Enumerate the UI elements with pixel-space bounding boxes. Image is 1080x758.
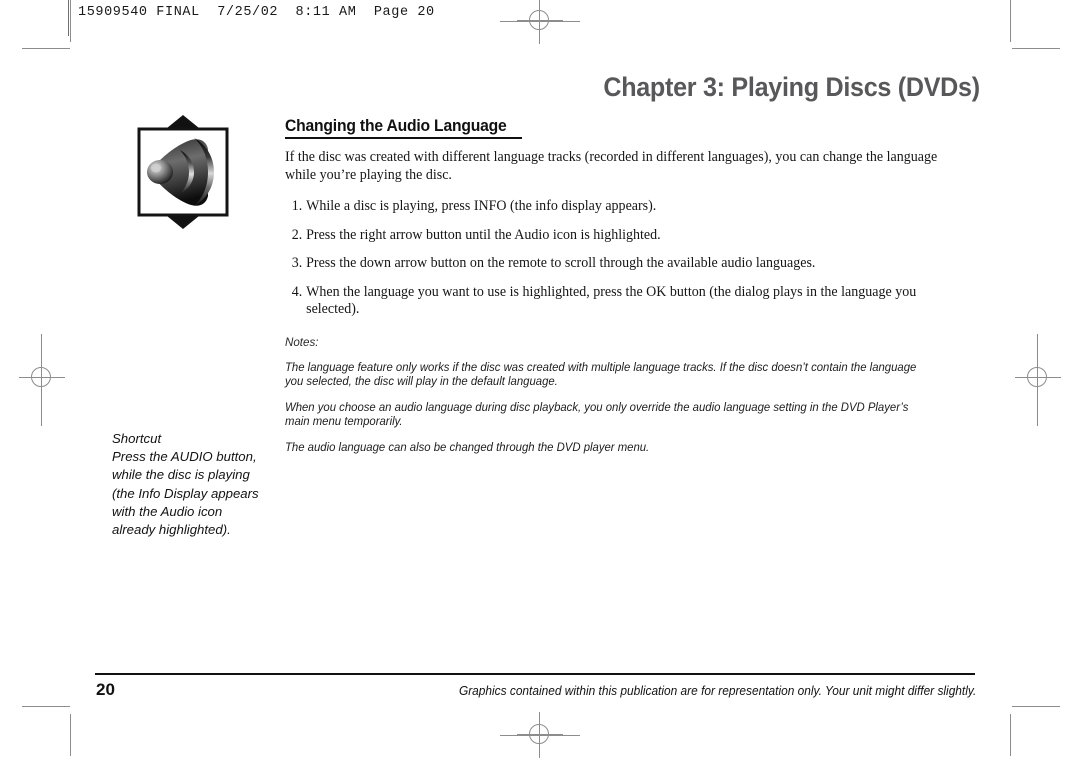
crop-mark-top-right-horizontal [1012,48,1060,49]
numbered-steps-list: 1. While a disc is playing, press INFO (… [285,198,975,319]
shortcut-title: Shortcut [112,431,162,446]
step-text: Press the down arrow button on the remot… [306,255,816,271]
registration-mark-left [19,355,65,401]
step-text: Press the right arrow button until the A… [306,226,661,243]
intro-paragraph: If the disc was created with different l… [285,149,938,183]
audio-icon-illustration [136,114,232,230]
step-number: 4. [291,283,303,300]
audio-speaker-icon [137,115,229,229]
step-number: 1. [291,198,303,214]
crop-mark-top-right-vertical [1010,0,1011,42]
note-item: The audio language can also be changed t… [285,439,650,454]
up-triangle-icon [167,115,199,128]
shortcut-sidenote: Shortcut Press the AUDIO button, while t… [112,430,272,539]
registration-mark-bottom [517,712,563,758]
shortcut-line: (the Info Display appears [112,485,259,501]
page-title: Chapter 3: Playing Discs (DVDs) [603,72,981,102]
slug-divider-rule [68,0,69,36]
step-number: 3. [291,255,303,271]
down-triangle-icon [167,216,199,229]
manual-page: 15909540 FINAL 7/25/02 8:11 AM Page 20 C… [0,0,1080,758]
step-number: 2. [291,226,303,243]
step-item: 2. Press the right arrow button until th… [285,227,947,245]
step-item: 4. When the language you want to use is … [285,284,947,319]
notes-label: Notes: [285,334,319,349]
crop-mark-bottom-right-vertical [1010,714,1011,756]
step-text: When the language you want to use is hig… [306,283,917,318]
registration-mark-right [1015,355,1061,401]
note-item: The language feature only works if the d… [285,359,917,389]
page-number: 20 [96,680,115,699]
footer-rule [95,673,975,676]
step-text: While a disc is playing, press INFO (the… [306,198,657,214]
section-heading-rule [285,137,522,139]
note-item: When you choose an audio language during… [285,399,909,429]
crop-mark-top-left-horizontal [22,48,70,49]
shortcut-line: Press the AUDIO button, [112,449,257,465]
step-item: 1. While a disc is playing, press INFO (… [285,198,947,216]
registration-mark-top [517,0,563,44]
body-column: If the disc was created with different l… [285,149,975,454]
slug-header-text: 15909540 FINAL 7/25/02 8:11 AM Page 20 [78,5,435,20]
section-heading: Changing the Audio Language [285,117,507,135]
crop-mark-top-left-vertical [70,0,71,42]
crop-mark-bottom-left-horizontal [22,706,70,707]
shortcut-line: already highlighted). [112,522,231,538]
shortcut-line: with the Audio icon [112,503,223,519]
crop-mark-bottom-left-vertical [70,714,71,756]
shortcut-line: while the disc is playing [112,467,250,483]
step-item: 3. Press the down arrow button on the re… [285,255,947,273]
footer-disclaimer: Graphics contained within this publicati… [458,683,976,698]
crop-mark-bottom-right-horizontal [1012,706,1060,707]
